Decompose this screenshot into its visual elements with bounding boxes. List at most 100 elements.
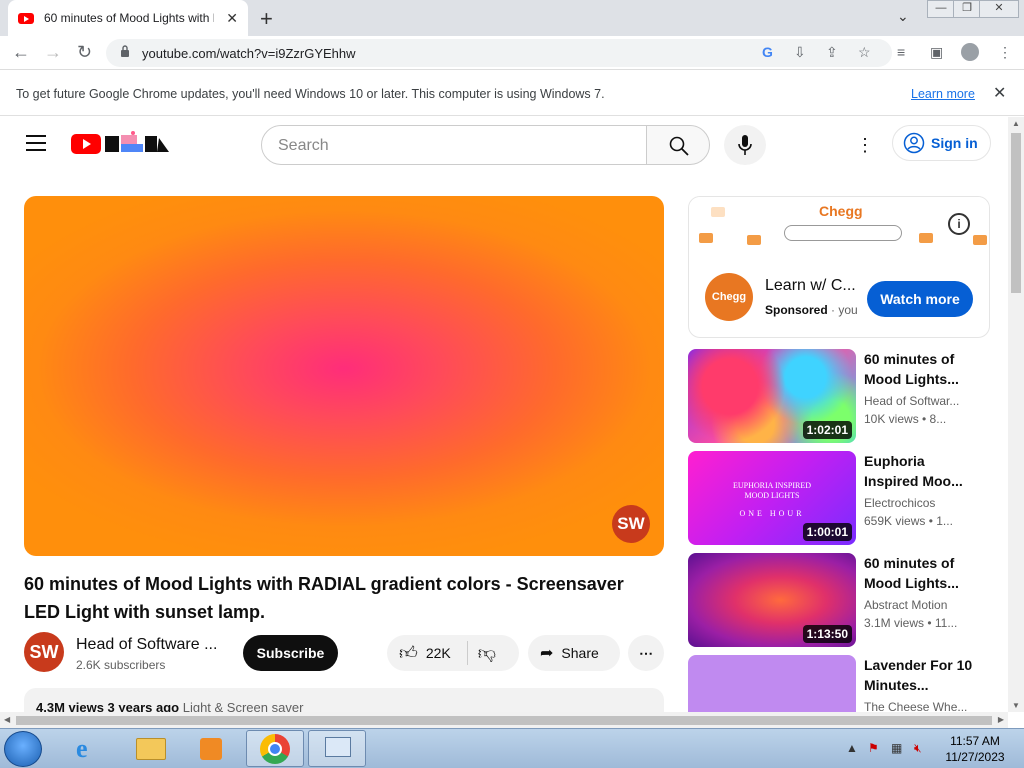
close-window-icon[interactable]: ✕	[979, 0, 1019, 18]
show-hidden-icons[interactable]: ▲	[846, 741, 858, 755]
sponsored-ad-card[interactable]: Chegg i Chegg Learn w/ C... Sponsored · …	[688, 196, 990, 338]
clock-date: 11/27/2023	[945, 750, 1005, 764]
scroll-up-icon[interactable]: ▲	[1012, 119, 1020, 128]
share-icon[interactable]: ⇪	[826, 44, 838, 61]
subscriber-count: 2.6K subscribers	[76, 658, 166, 672]
like-divider	[466, 641, 468, 665]
scroll-left-icon[interactable]: ◀	[4, 715, 10, 724]
channel-name[interactable]: Head of Software ...	[76, 636, 217, 654]
thumbnail-text: MOOD LIGHTS	[744, 491, 800, 500]
youtube-doodle-logo[interactable]	[71, 130, 171, 156]
sign-in-label: Sign in	[931, 135, 978, 151]
recommendation-channel[interactable]: The Cheese Whe...	[864, 700, 974, 712]
infobar-message: To get future Google Chrome updates, you…	[16, 87, 605, 101]
advertiser-avatar[interactable]: Chegg	[705, 273, 753, 321]
recommendation-views: 659K views • 1...	[864, 514, 953, 528]
new-tab-icon[interactable]: +	[260, 6, 273, 32]
like-dislike-group: 👍︎ 22K 👎︎	[387, 635, 519, 671]
channel-avatar[interactable]: SW	[24, 632, 64, 672]
tab-strip: 60 minutes of Mood Lights with RADIAL gr…	[0, 0, 1024, 36]
google-icon[interactable]: G	[762, 44, 773, 60]
menu-icon[interactable]	[26, 135, 46, 151]
recommendation-thumbnail[interactable]: EUPHORIA INSPIRED MOOD LIGHTS ONE HOUR 1…	[688, 451, 856, 545]
voice-search-button[interactable]	[724, 125, 766, 165]
recommendation-channel[interactable]: Electrochicos	[864, 496, 974, 510]
like-icon[interactable]: 👍︎	[399, 642, 418, 664]
search-placeholder: Search	[278, 137, 329, 154]
volume-muted-icon[interactable]: 🔇︎	[914, 741, 922, 756]
chrome-taskbar-icon[interactable]	[246, 730, 304, 767]
thumbnail-text: ONE HOUR	[739, 509, 805, 518]
ad-info-icon[interactable]: i	[948, 213, 970, 235]
bookmark-star-icon[interactable]: ☆	[858, 44, 871, 61]
recommendation-item[interactable]: Lavender For 10 Minutes... The Cheese Wh…	[688, 655, 990, 712]
ad-title[interactable]: Learn w/ C...	[765, 277, 856, 295]
recommendation-title[interactable]: Lavender For 10 Minutes...	[864, 655, 974, 695]
back-icon[interactable]: ←	[12, 42, 30, 63]
tab-title: 60 minutes of Mood Lights with RADIAL gr…	[44, 11, 214, 25]
restore-icon[interactable]: ❐	[953, 0, 981, 18]
url-text: youtube.com/watch?v=i9ZzrGYEhhw	[142, 46, 356, 61]
scroll-right-icon[interactable]: ▶	[998, 715, 1004, 724]
recommendation-channel[interactable]: Abstract Motion	[864, 598, 974, 612]
recommendation-title[interactable]: 60 minutes of Mood Lights...	[864, 553, 974, 593]
search-icon	[669, 136, 689, 156]
network-icon[interactable]: ▦	[891, 741, 902, 755]
profile-icon[interactable]	[961, 43, 979, 61]
recommendation-item[interactable]: EUPHORIA INSPIRED MOOD LIGHTS ONE HOUR 1…	[688, 451, 990, 545]
like-count[interactable]: 22K	[426, 645, 451, 661]
side-panel-icon[interactable]: ▣	[930, 44, 943, 61]
decor-shape	[699, 233, 713, 243]
search-input[interactable]: Search	[261, 125, 647, 165]
action-center-icon[interactable]: ⚑	[868, 741, 879, 755]
tab-search-chevron-icon[interactable]: ⌄	[897, 8, 909, 25]
media-control-icon[interactable]: ≡	[897, 44, 905, 60]
recommendation-channel[interactable]: Head of Softwar...	[864, 394, 974, 408]
remote-desktop-icon[interactable]	[308, 730, 366, 767]
channel-watermark[interactable]: SW	[612, 505, 650, 543]
recommendation-title[interactable]: 60 minutes of Mood Lights...	[864, 349, 974, 389]
start-button[interactable]	[4, 731, 42, 767]
install-icon[interactable]: ⇩	[794, 44, 806, 61]
vertical-scrollbar[interactable]: ▲ ▼	[1008, 117, 1024, 712]
file-explorer-icon[interactable]	[122, 730, 180, 767]
horizontal-scrollbar[interactable]: ◀ ▶	[0, 712, 1008, 728]
media-player-icon[interactable]	[182, 730, 240, 767]
ad-banner-image[interactable]: Chegg	[689, 197, 989, 249]
decor-shape	[973, 235, 987, 245]
more-actions-icon[interactable]: ⋯	[628, 635, 664, 671]
subscribe-button[interactable]: Subscribe	[243, 635, 338, 671]
browser-tab[interactable]: 60 minutes of Mood Lights with RADIAL gr…	[8, 0, 248, 36]
share-arrow-icon: ➦	[540, 645, 554, 662]
video-duration: 1:00:01	[802, 523, 852, 541]
forward-icon[interactable]: →	[44, 42, 62, 63]
recommendation-thumbnail[interactable]: 1:02:01	[688, 349, 856, 443]
chrome-menu-icon[interactable]: ⋮	[998, 44, 1012, 61]
youtube-header: Search ⋮ Sign in	[0, 117, 1008, 173]
watch-more-button[interactable]: Watch more	[867, 281, 973, 317]
recommendation-item[interactable]: 1:02:01 60 minutes of Mood Lights... Hea…	[688, 349, 990, 443]
search-button[interactable]	[646, 125, 710, 165]
dislike-icon[interactable]: 👎︎	[478, 642, 496, 664]
sign-in-button[interactable]: Sign in	[892, 125, 991, 161]
ad-banner-brand: Chegg	[819, 203, 863, 219]
recommendation-thumbnail[interactable]: 1:13:50	[688, 553, 856, 647]
video-player[interactable]	[24, 196, 664, 556]
close-tab-icon[interactable]: ✕	[226, 10, 238, 27]
vertical-scroll-thumb[interactable]	[1011, 133, 1021, 293]
minimize-icon[interactable]: —	[927, 0, 955, 18]
share-label: Share	[561, 645, 599, 661]
recommendation-title[interactable]: Euphoria Inspired Moo...	[864, 451, 974, 491]
system-clock[interactable]: 11:57 AM 11/27/2023	[940, 733, 1010, 765]
horizontal-scroll-thumb[interactable]	[16, 716, 992, 725]
address-bar[interactable]: youtube.com/watch?v=i9ZzrGYEhhw G ⇩ ⇪ ☆	[106, 39, 892, 67]
recommendation-item[interactable]: 1:13:50 60 minutes of Mood Lights... Abs…	[688, 553, 990, 647]
share-button[interactable]: ➦ Share	[528, 635, 620, 671]
infobar-close-icon[interactable]: ✕	[993, 83, 1006, 103]
reload-icon[interactable]: ↻	[77, 42, 92, 63]
internet-explorer-icon[interactable]: e	[62, 730, 120, 767]
recommendation-thumbnail[interactable]	[688, 655, 856, 712]
scroll-down-icon[interactable]: ▼	[1012, 701, 1020, 710]
settings-kebab-icon[interactable]: ⋮	[856, 135, 874, 156]
learn-more-link[interactable]: Learn more	[911, 87, 975, 101]
